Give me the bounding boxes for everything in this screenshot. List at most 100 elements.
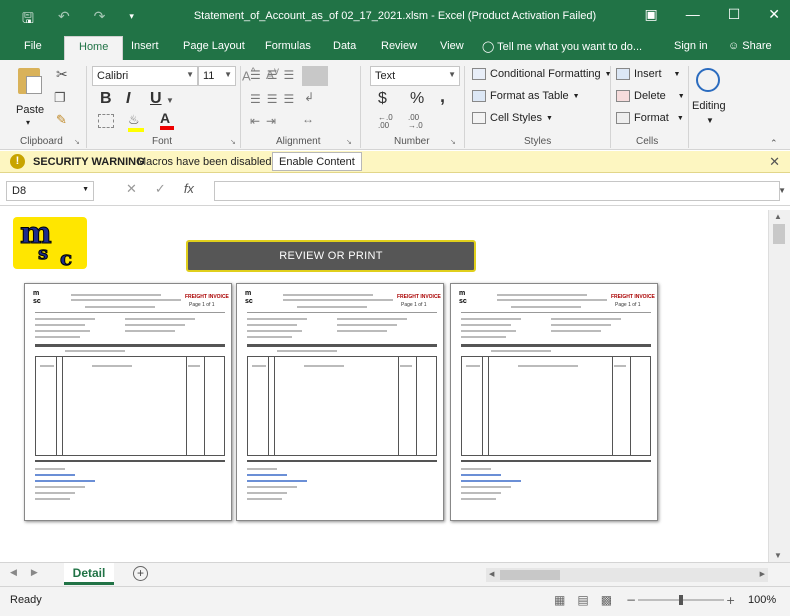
zoom-slider[interactable]: − +: [626, 595, 736, 605]
format-painter-icon[interactable]: ✎: [56, 112, 67, 128]
collapse-ribbon-icon[interactable]: ⌃: [770, 138, 778, 149]
tab-formulas[interactable]: Formulas: [265, 40, 311, 52]
invoice-preview-3[interactable]: m sc FREIGHT INVOICE Page 1 of 1: [450, 283, 658, 521]
chevron-down-icon: ▼: [676, 114, 684, 122]
doc-header-red: FREIGHT INVOICE: [397, 294, 441, 300]
tab-home[interactable]: Home: [64, 36, 124, 60]
chevron-down-icon: ▼: [186, 70, 194, 79]
insert-icon: [616, 68, 630, 80]
chevron-down-icon: ▼: [545, 114, 553, 122]
normal-view-icon[interactable]: ▦: [554, 593, 565, 607]
format-as-table-button[interactable]: Format as Table ▼: [472, 90, 580, 102]
paste-dropdown-icon[interactable]: ▾: [26, 118, 30, 127]
svg-text:c: c: [60, 246, 72, 270]
paste-icon[interactable]: [14, 66, 50, 94]
invoice-preview-1[interactable]: m sc FREIGHT INVOICE Page 1 of 1: [24, 283, 232, 521]
font-name-box[interactable]: Calibri ▼: [92, 66, 198, 86]
view-buttons: ▦ ▤ ▩: [554, 593, 612, 607]
scroll-thumb[interactable]: [773, 224, 785, 244]
tab-insert[interactable]: Insert: [131, 40, 159, 52]
scroll-up-icon[interactable]: ▲: [774, 212, 782, 221]
scroll-left-icon[interactable]: ◀: [489, 570, 494, 578]
vertical-scrollbar[interactable]: ▲ ▼: [768, 210, 790, 562]
close-icon[interactable]: ✕: [769, 154, 780, 170]
chevron-down-icon: ▼: [572, 92, 580, 100]
clipboard-launcher-icon[interactable]: ↘: [74, 138, 80, 146]
search-icon[interactable]: [696, 68, 720, 92]
invoice-preview-2[interactable]: m sc FREIGHT INVOICE Page 1 of 1: [236, 283, 444, 521]
underline-button[interactable]: U: [150, 90, 162, 108]
percent-button[interactable]: %: [410, 90, 424, 108]
copy-icon[interactable]: ❐: [54, 90, 66, 106]
fill-color-icon[interactable]: ♨: [128, 112, 144, 132]
window-controls: ▣ — ☐ ✕: [644, 6, 780, 23]
borders-icon[interactable]: [98, 114, 114, 128]
cell-styles-button[interactable]: Cell Styles ▼: [472, 112, 553, 124]
doc-page-label: Page 1 of 1: [189, 302, 215, 308]
name-box-value: D8: [12, 185, 27, 197]
tab-view[interactable]: View: [440, 40, 464, 52]
chevron-down-icon[interactable]: ▼: [166, 96, 174, 105]
tab-data[interactable]: Data: [333, 40, 356, 52]
conditional-formatting-label: Conditional Formatting: [490, 68, 601, 80]
scroll-thumb[interactable]: [500, 570, 560, 580]
zoom-level[interactable]: 100%: [748, 594, 776, 606]
font-size-box[interactable]: 11 ▼: [198, 66, 236, 86]
tab-file[interactable]: File: [24, 40, 42, 52]
share-button[interactable]: ☺ Share: [728, 40, 772, 52]
enter-icon[interactable]: ✓: [155, 181, 166, 197]
ribbon-display-options-icon[interactable]: ▣: [644, 6, 657, 23]
tab-page-layout[interactable]: Page Layout: [183, 40, 245, 52]
tell-me-box[interactable]: ◯ Tell me what you want to do...: [482, 40, 642, 53]
page-layout-view-icon[interactable]: ▤: [577, 593, 588, 607]
font-launcher-icon[interactable]: ↘: [230, 138, 236, 146]
prev-sheet-icon[interactable]: ◀: [10, 567, 17, 578]
title-bar: 🖫 ↶ ↷ ▾ Statement_of_Account_as_of 02_17…: [0, 0, 790, 34]
insert-cells-button[interactable]: Insert ▼: [616, 68, 680, 80]
close-button[interactable]: ✕: [768, 6, 780, 23]
maximize-button[interactable]: ☐: [728, 6, 741, 23]
chevron-down-icon[interactable]: ▼: [706, 116, 714, 125]
expand-formula-bar-icon[interactable]: ▼: [778, 186, 786, 195]
page-break-view-icon[interactable]: ▩: [601, 593, 612, 607]
sign-in-link[interactable]: Sign in: [674, 40, 708, 52]
conditional-formatting-button[interactable]: Conditional Formatting ▼: [472, 68, 612, 80]
scroll-right-icon[interactable]: ▶: [760, 570, 765, 578]
minimize-button[interactable]: —: [686, 6, 700, 23]
currency-button[interactable]: $: [378, 90, 387, 108]
decrease-decimal-icon[interactable]: .00 →.0: [408, 114, 423, 130]
formula-input[interactable]: [214, 181, 780, 201]
format-cells-button[interactable]: Format ▼: [616, 112, 684, 124]
add-sheet-icon[interactable]: +: [133, 566, 148, 581]
comma-button[interactable]: ,: [440, 86, 445, 107]
cancel-icon[interactable]: ✕: [126, 181, 137, 197]
merge-center-icon[interactable]: ↔: [302, 112, 314, 126]
tab-review[interactable]: Review: [381, 40, 417, 52]
italic-button[interactable]: I: [126, 90, 130, 108]
table-icon: [472, 68, 486, 80]
wrap-text-icon[interactable]: ↲: [304, 90, 314, 104]
increase-decimal-icon[interactable]: ←.0.00: [378, 114, 393, 130]
orientation-icon[interactable]: [302, 66, 328, 86]
scroll-down-icon[interactable]: ▼: [774, 551, 782, 560]
horizontal-align-icons[interactable]: ☰☰☰: [250, 92, 300, 106]
review-or-print-button[interactable]: REVIEW OR PRINT: [186, 240, 476, 272]
enable-content-button[interactable]: Enable Content: [272, 152, 362, 171]
editing-button[interactable]: Editing: [692, 100, 726, 112]
paste-button[interactable]: Paste: [16, 104, 44, 116]
horizontal-scrollbar[interactable]: ◀ ▶: [486, 568, 768, 582]
name-box[interactable]: D8 ▼: [6, 181, 94, 201]
insert-function-button[interactable]: fx: [184, 181, 194, 197]
chevron-down-icon: ▼: [224, 70, 232, 79]
next-sheet-icon[interactable]: ▶: [31, 567, 38, 578]
cut-icon[interactable]: ✂: [56, 66, 68, 83]
number-launcher-icon[interactable]: ↘: [450, 138, 456, 146]
vertical-align-icons[interactable]: ☰☰☰: [250, 68, 300, 82]
sheet-tab-detail[interactable]: Detail: [64, 563, 114, 585]
alignment-launcher-icon[interactable]: ↘: [346, 138, 352, 146]
font-color-icon[interactable]: A: [160, 110, 174, 130]
indent-icons[interactable]: ⇤⇥: [250, 114, 282, 128]
delete-cells-button[interactable]: Delete ▼: [616, 90, 685, 102]
number-format-box[interactable]: Text ▼: [370, 66, 460, 86]
bold-button[interactable]: B: [100, 90, 112, 108]
